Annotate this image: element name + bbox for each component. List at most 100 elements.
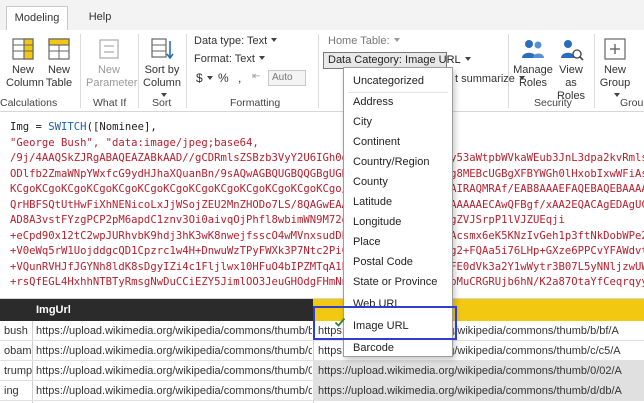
format-label: Format: Text	[194, 53, 255, 65]
formula-line-4: ODlfb2ZmaWNpYWxfcG9ydHJhaXQuanBn/9sAQwAG…	[10, 167, 644, 180]
decimal-icons[interactable]: ⇤	[252, 71, 260, 82]
cell-imgurl: https://upload.wikimedia.org/wikipedia/c…	[36, 345, 312, 357]
sort-by-column-line2: Column	[143, 77, 181, 89]
new-parameter-line1: New	[97, 64, 120, 76]
menu-item-longitude[interactable]: Longitude	[344, 212, 452, 232]
format-dropdown[interactable]: Format: Text	[194, 53, 265, 65]
group-separator	[80, 34, 81, 108]
group-separator	[318, 34, 319, 108]
menu-item-uncategorized[interactable]: Uncategorized	[344, 71, 452, 91]
tab-modeling[interactable]: Modeling	[6, 6, 68, 30]
menu-item-county[interactable]: County	[344, 172, 452, 192]
security-group-label: Security	[534, 97, 572, 109]
calculations-group-label: Calculations	[0, 97, 58, 109]
sort-by-column-line1: Sort by	[144, 64, 180, 76]
new-group-button[interactable]: New Group	[598, 36, 632, 103]
table-row[interactable]: bush https://upload.wikimedia.org/wikipe…	[0, 321, 644, 341]
menu-item-address[interactable]: Address	[344, 92, 452, 112]
view-as-roles-line1: View as	[559, 64, 583, 89]
formatting-group-label: Formatting	[230, 97, 281, 109]
new-table-line1: New	[47, 64, 70, 76]
comma-button[interactable]: ,	[238, 71, 241, 85]
parameter-icon	[99, 39, 119, 59]
new-table-button[interactable]: New Table	[44, 36, 74, 90]
tab-help[interactable]: Help	[88, 6, 112, 30]
data-category-label: Data Category: Image URL	[328, 54, 461, 66]
check-icon	[334, 317, 346, 327]
formula-line-6: QrHBFSQtUtHwFiXhNENicoLxJjWSojZEU2MnZHOD…	[10, 198, 644, 211]
currency-button[interactable]: $	[196, 71, 213, 85]
data-category-menu: Uncategorized Address City Continent Cou…	[343, 67, 453, 357]
cell-nominee: bush	[4, 325, 28, 337]
formula-line-1-prefix: Img =	[10, 121, 49, 133]
new-parameter-button[interactable]: New Parameter	[86, 36, 137, 90]
menu-item-place[interactable]: Place	[344, 232, 452, 252]
formula-keyword: SWITCH	[48, 121, 87, 133]
cell-imgurl: https://upload.wikimedia.org/wikipedia/c…	[36, 325, 312, 337]
menu-item-latitude[interactable]: Latitude	[344, 192, 452, 212]
menu-item-state-or-province[interactable]: State or Province	[344, 272, 452, 292]
view-roles-icon	[561, 40, 584, 61]
formula-line-7: AD8A3vstFYzgPCP2pM6apdC1znv3Oi0aivqOjPhf…	[10, 214, 565, 226]
cell-imgurl: https://upload.wikimedia.org/wikipedia/c…	[36, 385, 312, 397]
ribbon-tab-bar: Modeling Help	[0, 0, 644, 30]
data-table: ImgUrl bush https://upload.wikimedia.org…	[0, 298, 644, 403]
currency-symbol: $	[196, 71, 203, 85]
ribbon: New Column New Table Calculations New Pa…	[0, 30, 644, 112]
percent-button[interactable]: %	[218, 71, 229, 85]
what-if-group-label: What If	[93, 97, 127, 109]
menu-item-country-region[interactable]: Country/Region	[344, 152, 452, 172]
chevron-down-icon	[393, 38, 400, 42]
menu-item-city[interactable]: City	[344, 112, 452, 132]
new-column-button[interactable]: New Column	[6, 36, 44, 90]
groups-group-label: Grou	[620, 97, 644, 109]
formula-line-5: KCgoKCgoKCgoKCgoKCgoKCgoKCgoKCgoKCgoKCgo…	[10, 183, 644, 195]
formula-line-11: +rsQfEGL4HxhhNTBTyRmsgNwDuCCiEZY5JimlOO3…	[10, 276, 644, 288]
table-row[interactable]: obama https://upload.wikimedia.org/wikip…	[0, 341, 644, 361]
menu-item-image-url[interactable]: Image URL	[344, 316, 452, 336]
summarization-label: t summarize	[455, 73, 515, 85]
table-row[interactable]: trump https://upload.wikimedia.org/wikip…	[0, 361, 644, 381]
column-header-imgurl[interactable]: ImgUrl	[36, 304, 71, 316]
new-column-line1: New	[11, 64, 34, 76]
new-column-line2: Column	[6, 77, 44, 89]
cell-nominee: ing	[4, 385, 19, 397]
data-type-dropdown[interactable]: Data type: Text	[194, 35, 278, 47]
formula-line-10: +VQunRVHJfJGYNh8ldK8sDgyIZi4c1Fljlwx10HF…	[10, 260, 644, 273]
chevron-down-icon	[464, 57, 471, 61]
cell-nominee: obama	[4, 345, 32, 357]
view-as-roles-button[interactable]: View as Roles	[554, 36, 588, 103]
home-table-dropdown[interactable]: Home Table:	[328, 35, 400, 47]
chevron-down-icon	[206, 76, 213, 80]
manage-roles-button[interactable]: Manage Roles	[512, 36, 554, 90]
menu-item-postal-code[interactable]: Postal Code	[344, 252, 452, 272]
formula-line-2: "George Bush", "data:image/jpeg;base64,	[10, 136, 259, 149]
formula-line-8: +eCpd90x12tC2wpJURhvbK9hdj3hK3wK8nwejfss…	[10, 229, 644, 242]
new-table-line2: Table	[45, 77, 73, 89]
table-icon	[48, 38, 70, 60]
group-separator	[508, 34, 509, 108]
formula-line-1-suffix: ([Nominee],	[86, 121, 157, 133]
manage-roles-line1: Manage	[513, 64, 553, 76]
chevron-down-icon	[271, 38, 278, 42]
table-column-icon	[12, 38, 34, 60]
group-icon	[604, 38, 626, 60]
formula-editor[interactable]: Img = SWITCH([Nominee], "George Bush", "…	[0, 113, 644, 290]
table-header: ImgUrl	[0, 299, 644, 321]
cell-img: https://upload.wikimedia.org/wikipedia/c…	[318, 365, 622, 377]
decimal-places-input[interactable]: Auto	[268, 70, 306, 86]
menu-item-continent[interactable]: Continent	[344, 132, 452, 152]
sort-group-label: Sort	[152, 97, 172, 109]
home-table-label: Home Table:	[328, 35, 390, 47]
sort-by-column-button[interactable]: Sort by Column	[140, 36, 184, 103]
menu-item-web-url[interactable]: Web URL	[344, 294, 452, 314]
menu-item-barcode[interactable]: Barcode	[344, 338, 452, 358]
users-icon	[522, 40, 544, 58]
group-separator	[138, 34, 139, 108]
formula-line-3: /9j/4AAQSkZJRgABAQEAZABkAAD//gCDRmlsZSBz…	[10, 152, 644, 164]
new-group-line1: New	[603, 64, 626, 76]
manage-roles-line2: Roles	[518, 77, 548, 89]
table-row[interactable]: ing https://upload.wikimedia.org/wikiped…	[0, 381, 644, 401]
new-group-line2: Group	[599, 77, 631, 89]
cell-img: https://upload.wikimedia.org/wikipedia/c…	[318, 385, 622, 397]
